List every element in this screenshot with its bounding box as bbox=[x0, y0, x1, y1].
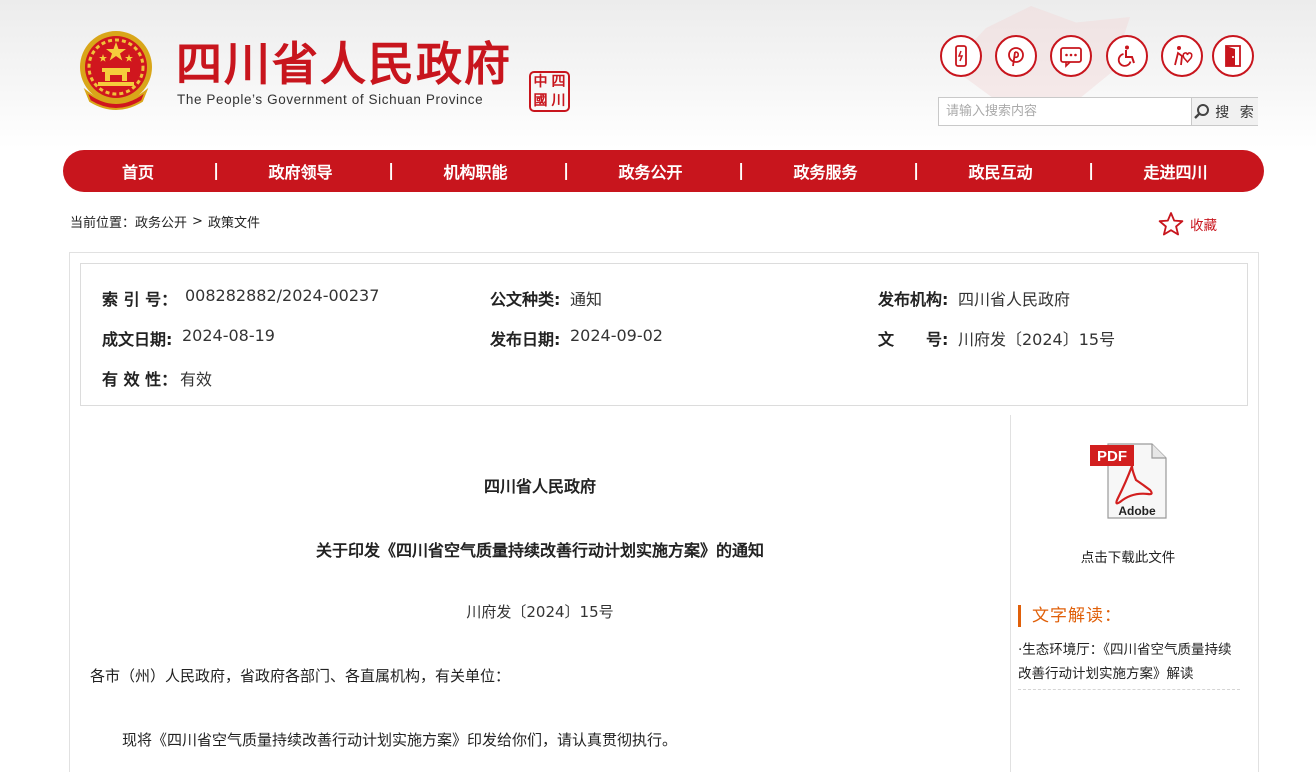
search-icon bbox=[1194, 103, 1210, 119]
meta-validity-label: 有 效 性： bbox=[102, 370, 178, 389]
pdf-download-icon[interactable]: PDF Adobe bbox=[1088, 440, 1170, 522]
meta-doc-type-value: 通知 bbox=[570, 290, 603, 309]
search-box: 搜 索 bbox=[938, 97, 1258, 126]
accessibility-icon[interactable] bbox=[1106, 35, 1148, 77]
nav-item-about-sichuan[interactable]: 走进四川 bbox=[1088, 159, 1263, 183]
search-input[interactable] bbox=[939, 98, 1191, 125]
pdf-badge-text: PDF bbox=[1097, 448, 1127, 465]
favorite-label: 收藏 bbox=[1190, 218, 1217, 234]
site-title: 四川省人民政府 bbox=[176, 37, 512, 91]
seal-char: 川 bbox=[551, 92, 566, 109]
breadcrumb-link-policy-docs[interactable]: 政策文件 bbox=[208, 212, 260, 231]
meta-published-label: 发布日期: bbox=[490, 330, 561, 349]
search-button-label: 搜 索 bbox=[1215, 104, 1257, 121]
site-header: 四川省人民政府 The People’s Government of Sichu… bbox=[0, 0, 1316, 148]
meta-index-value: 008282882/2024-00237 bbox=[185, 286, 380, 305]
meta-publisher-label: 发布机构: bbox=[878, 290, 949, 309]
document-number: 川府发〔2024〕15号 bbox=[466, 603, 614, 621]
meta-docno-value: 川府发〔2024〕15号 bbox=[958, 330, 1116, 349]
nav-item-services[interactable]: 政务服务 bbox=[738, 159, 913, 183]
meta-validity-value: 有效 bbox=[180, 370, 213, 389]
breadcrumb-prefix: 当前位置： bbox=[70, 216, 136, 231]
seal-char: 中 bbox=[533, 74, 548, 91]
meta-publisher-value: 四川省人民政府 bbox=[958, 290, 1071, 309]
meta-published-value: 2024-09-02 bbox=[570, 326, 663, 345]
meta-created-value: 2024-08-19 bbox=[182, 326, 275, 345]
download-file-link[interactable]: 点击下载此文件 bbox=[1018, 546, 1238, 566]
seal-char: 四 bbox=[551, 74, 566, 91]
sidebar-divider bbox=[1010, 415, 1011, 772]
breadcrumb-link-gov-affairs[interactable]: 政务公开 bbox=[135, 212, 187, 231]
breadcrumb: 当前位置： 政务公开 > 政策文件 bbox=[70, 212, 260, 231]
document-title: 关于印发《四川省空气质量持续改善行动计划实施方案》的通知 bbox=[315, 541, 764, 560]
china-sichuan-seal: 中 四 國 川 bbox=[529, 71, 570, 112]
pdf-brand-text: Adobe bbox=[1118, 504, 1156, 518]
exit-door-icon[interactable] bbox=[1212, 35, 1254, 77]
meta-doc-type-label: 公文种类: bbox=[490, 290, 561, 309]
document-salutation: 各市（州）人民政府，省政府各部门、各直属机构，有关单位： bbox=[90, 667, 511, 685]
chat-icon[interactable] bbox=[1050, 35, 1092, 77]
nav-item-functions[interactable]: 机构职能 bbox=[388, 159, 563, 183]
elderly-care-icon[interactable] bbox=[1161, 35, 1203, 77]
document-metadata: 索 引 号： 008282882/2024-00237 公文种类: 通知 发布机… bbox=[80, 263, 1248, 406]
meta-index-label: 索 引 号： bbox=[102, 290, 178, 309]
favorite-button[interactable]: 收藏 bbox=[1158, 211, 1217, 237]
dotted-divider bbox=[1018, 689, 1240, 690]
document-issuer: 四川省人民政府 bbox=[483, 477, 596, 496]
interpretation-link[interactable]: ·生态环境厅：《四川省空气质量持续改善行动计划实施方案》解读 bbox=[1018, 638, 1240, 686]
nav-item-interaction[interactable]: 政民互动 bbox=[913, 159, 1088, 183]
document-body-paragraph: 现将《四川省空气质量持续改善行动计划实施方案》印发给你们，请认真贯彻执行。 bbox=[122, 731, 678, 749]
nav-item-leaders[interactable]: 政府领导 bbox=[213, 159, 388, 183]
meta-docno-label: 文 号: bbox=[878, 330, 949, 349]
seal-char: 國 bbox=[533, 92, 548, 109]
main-nav: 首页 | 政府领导 | 机构职能 | 政务公开 | 政务服务 | 政民互动 | … bbox=[63, 150, 1264, 192]
weibo-icon[interactable] bbox=[995, 35, 1037, 77]
national-emblem-logo[interactable] bbox=[76, 29, 156, 113]
interpretation-heading: 文字解读： bbox=[1018, 605, 1122, 627]
search-button[interactable]: 搜 索 bbox=[1191, 98, 1258, 125]
nav-item-gov-affairs[interactable]: 政务公开 bbox=[563, 159, 738, 183]
breadcrumb-arrow: > bbox=[192, 214, 203, 229]
meta-created-label: 成文日期: bbox=[102, 330, 173, 349]
nav-item-home[interactable]: 首页 bbox=[63, 159, 213, 183]
star-icon bbox=[1158, 212, 1184, 236]
site-subtitle: The People’s Government of Sichuan Provi… bbox=[177, 92, 484, 107]
mobile-icon[interactable] bbox=[940, 35, 982, 77]
